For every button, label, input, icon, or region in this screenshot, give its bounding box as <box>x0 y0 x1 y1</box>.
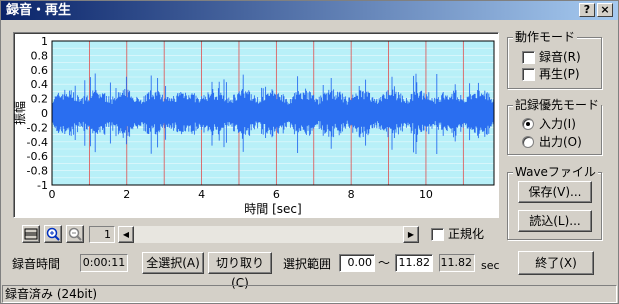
selection-unit: sec <box>481 259 500 272</box>
y-tick-label: 0.8 <box>31 49 49 62</box>
close-button[interactable]: × <box>597 3 613 17</box>
x-tick-label: 8 <box>348 188 355 201</box>
x-axis-label: 時間 [sec] <box>244 202 301 216</box>
y-tick-label: -0.4 <box>27 136 48 149</box>
load-button[interactable]: 読込(L)... <box>518 210 592 232</box>
x-tick-label: 10 <box>419 188 433 201</box>
range-tilde: ～ <box>378 256 391 270</box>
input-priority-label: 入力(I) <box>539 117 576 131</box>
recording-window: 録音・再生 ? × 1 0.8 0.6 0.4 0.2 0 -0.2 -0.4 -0.6 -0.8… <box>0 0 619 304</box>
status-bar: 録音済み (24bit) <box>2 285 617 303</box>
play-checkbox[interactable] <box>522 68 535 81</box>
selection-end-input[interactable]: 11.82 <box>395 254 433 272</box>
y-tick-label: 1 <box>41 35 48 48</box>
select-all-button[interactable]: 全選択(A) <box>142 252 204 274</box>
done-button[interactable]: 終了(X) <box>518 251 594 275</box>
scroll-left-button[interactable]: ◀ <box>118 226 134 243</box>
y-tick-label: 0 <box>41 107 48 120</box>
page-number-field[interactable]: 1 <box>89 226 115 243</box>
fit-view-button[interactable] <box>22 225 40 243</box>
arrow-right-icon: ▶ <box>407 230 415 239</box>
x-tick-label: 2 <box>123 188 130 201</box>
play-label: 再生(P) <box>539 67 580 81</box>
waveform-panel: 1 0.8 0.6 0.4 0.2 0 -0.2 -0.4 -0.6 -0.8 -1 0 2 4 6 8 10 時… <box>13 32 499 218</box>
window-title: 録音・再生 <box>6 3 72 18</box>
y-tick-label: -1 <box>37 179 48 192</box>
cut-button[interactable]: 切り取り(C) <box>208 252 272 290</box>
horizontal-scrollbar[interactable]: ◀ ▶ <box>118 226 419 243</box>
record-checkbox[interactable] <box>522 51 535 64</box>
input-priority-radio[interactable] <box>522 118 534 130</box>
save-button[interactable]: 保存(V)... <box>518 181 592 203</box>
scroll-right-button[interactable]: ▶ <box>403 226 419 243</box>
recording-time-label: 録音時間 <box>12 257 61 271</box>
selection-start-input[interactable]: 0.00 <box>339 254 375 272</box>
x-tick-label: 0 <box>49 188 56 201</box>
waveform-chart[interactable]: 10.80.60.40.20-0.2-0.4-0.6-0.8-10 2 4 6 8 10時… <box>14 33 498 217</box>
y-tick-label: -0.6 <box>27 150 48 163</box>
y-tick-label: 0.4 <box>31 78 49 91</box>
y-tick-label: -0.2 <box>27 121 48 134</box>
zoom-out-button[interactable] <box>66 225 84 243</box>
fit-view-icon <box>24 228 38 240</box>
output-priority-label: 出力(O) <box>539 135 582 149</box>
y-tick-label: -0.8 <box>27 165 48 178</box>
selection-range-label: 選択範囲 <box>283 257 332 271</box>
x-tick-label: 4 <box>198 188 205 201</box>
selection-length-value: 11.82 <box>439 254 475 272</box>
title-bar: 録音・再生 ? × <box>1 1 618 20</box>
record-label: 録音(R) <box>539 50 581 64</box>
y-axis-label: 振幅 <box>14 101 27 125</box>
recording-time-value: 0:00:11 <box>80 254 128 272</box>
normalize-label: 正規化 <box>448 227 485 241</box>
arrow-left-icon: ◀ <box>122 230 130 239</box>
zoom-out-icon <box>68 227 82 241</box>
y-tick-label: 0.2 <box>31 93 49 106</box>
help-button[interactable]: ? <box>579 3 595 17</box>
zoom-in-button[interactable] <box>44 225 62 243</box>
normalize-checkbox[interactable] <box>431 228 444 241</box>
operation-mode-title: 動作モード <box>513 30 578 44</box>
wave-file-title: Waveファイル <box>513 165 598 179</box>
x-tick-label: 6 <box>273 188 280 201</box>
output-priority-radio[interactable] <box>522 136 534 148</box>
priority-mode-title: 記録優先モード <box>513 98 602 112</box>
y-tick-label: 0.6 <box>31 64 49 77</box>
zoom-in-icon <box>46 227 60 241</box>
